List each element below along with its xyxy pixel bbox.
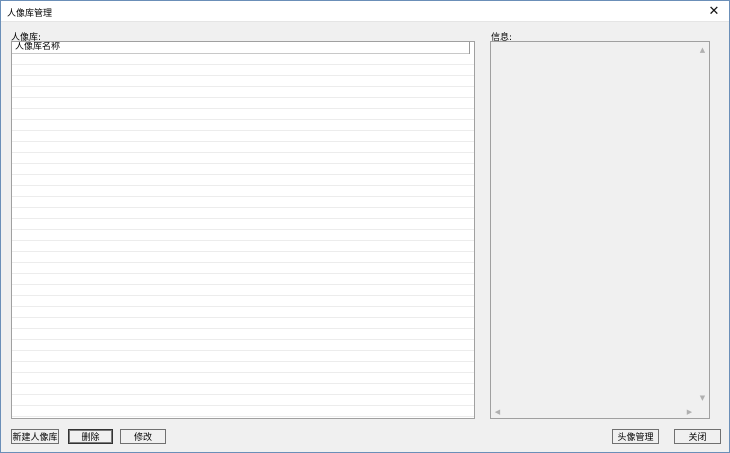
- column-header-library-name[interactable]: 人像库名称: [12, 42, 472, 54]
- modify-button[interactable]: 修改: [120, 429, 166, 444]
- new-library-button[interactable]: 新建人像库: [11, 429, 59, 444]
- window-title: 人像库管理: [7, 9, 53, 19]
- scroll-down-icon[interactable]: ▼: [696, 392, 709, 404]
- vertical-scrollbar[interactable]: ▲ ▼: [696, 42, 709, 406]
- scroll-left-icon[interactable]: ◀: [491, 406, 504, 418]
- list-header: 人像库名称: [12, 42, 474, 54]
- close-icon[interactable]: ✕: [699, 1, 729, 22]
- delete-button[interactable]: 删除: [68, 429, 113, 444]
- scroll-up-icon[interactable]: ▲: [696, 44, 709, 56]
- face-manage-button[interactable]: 头像管理: [612, 429, 659, 444]
- close-button[interactable]: 关闭: [674, 429, 721, 444]
- list-rows[interactable]: [12, 54, 474, 418]
- title-bar: 人像库管理 ✕: [1, 1, 729, 22]
- scroll-right-icon[interactable]: ▶: [683, 406, 696, 418]
- horizontal-scrollbar[interactable]: ◀ ▶: [491, 406, 696, 418]
- dialog-window: 人像库管理 ✕ 人像库: 人像库名称 信息: ▲ ▼ ◀ ▶ 新建人像库 删除 …: [0, 0, 730, 453]
- library-list[interactable]: 人像库名称: [11, 41, 475, 419]
- column-header-filler: [469, 42, 474, 54]
- info-textarea[interactable]: ▲ ▼ ◀ ▶: [490, 41, 710, 419]
